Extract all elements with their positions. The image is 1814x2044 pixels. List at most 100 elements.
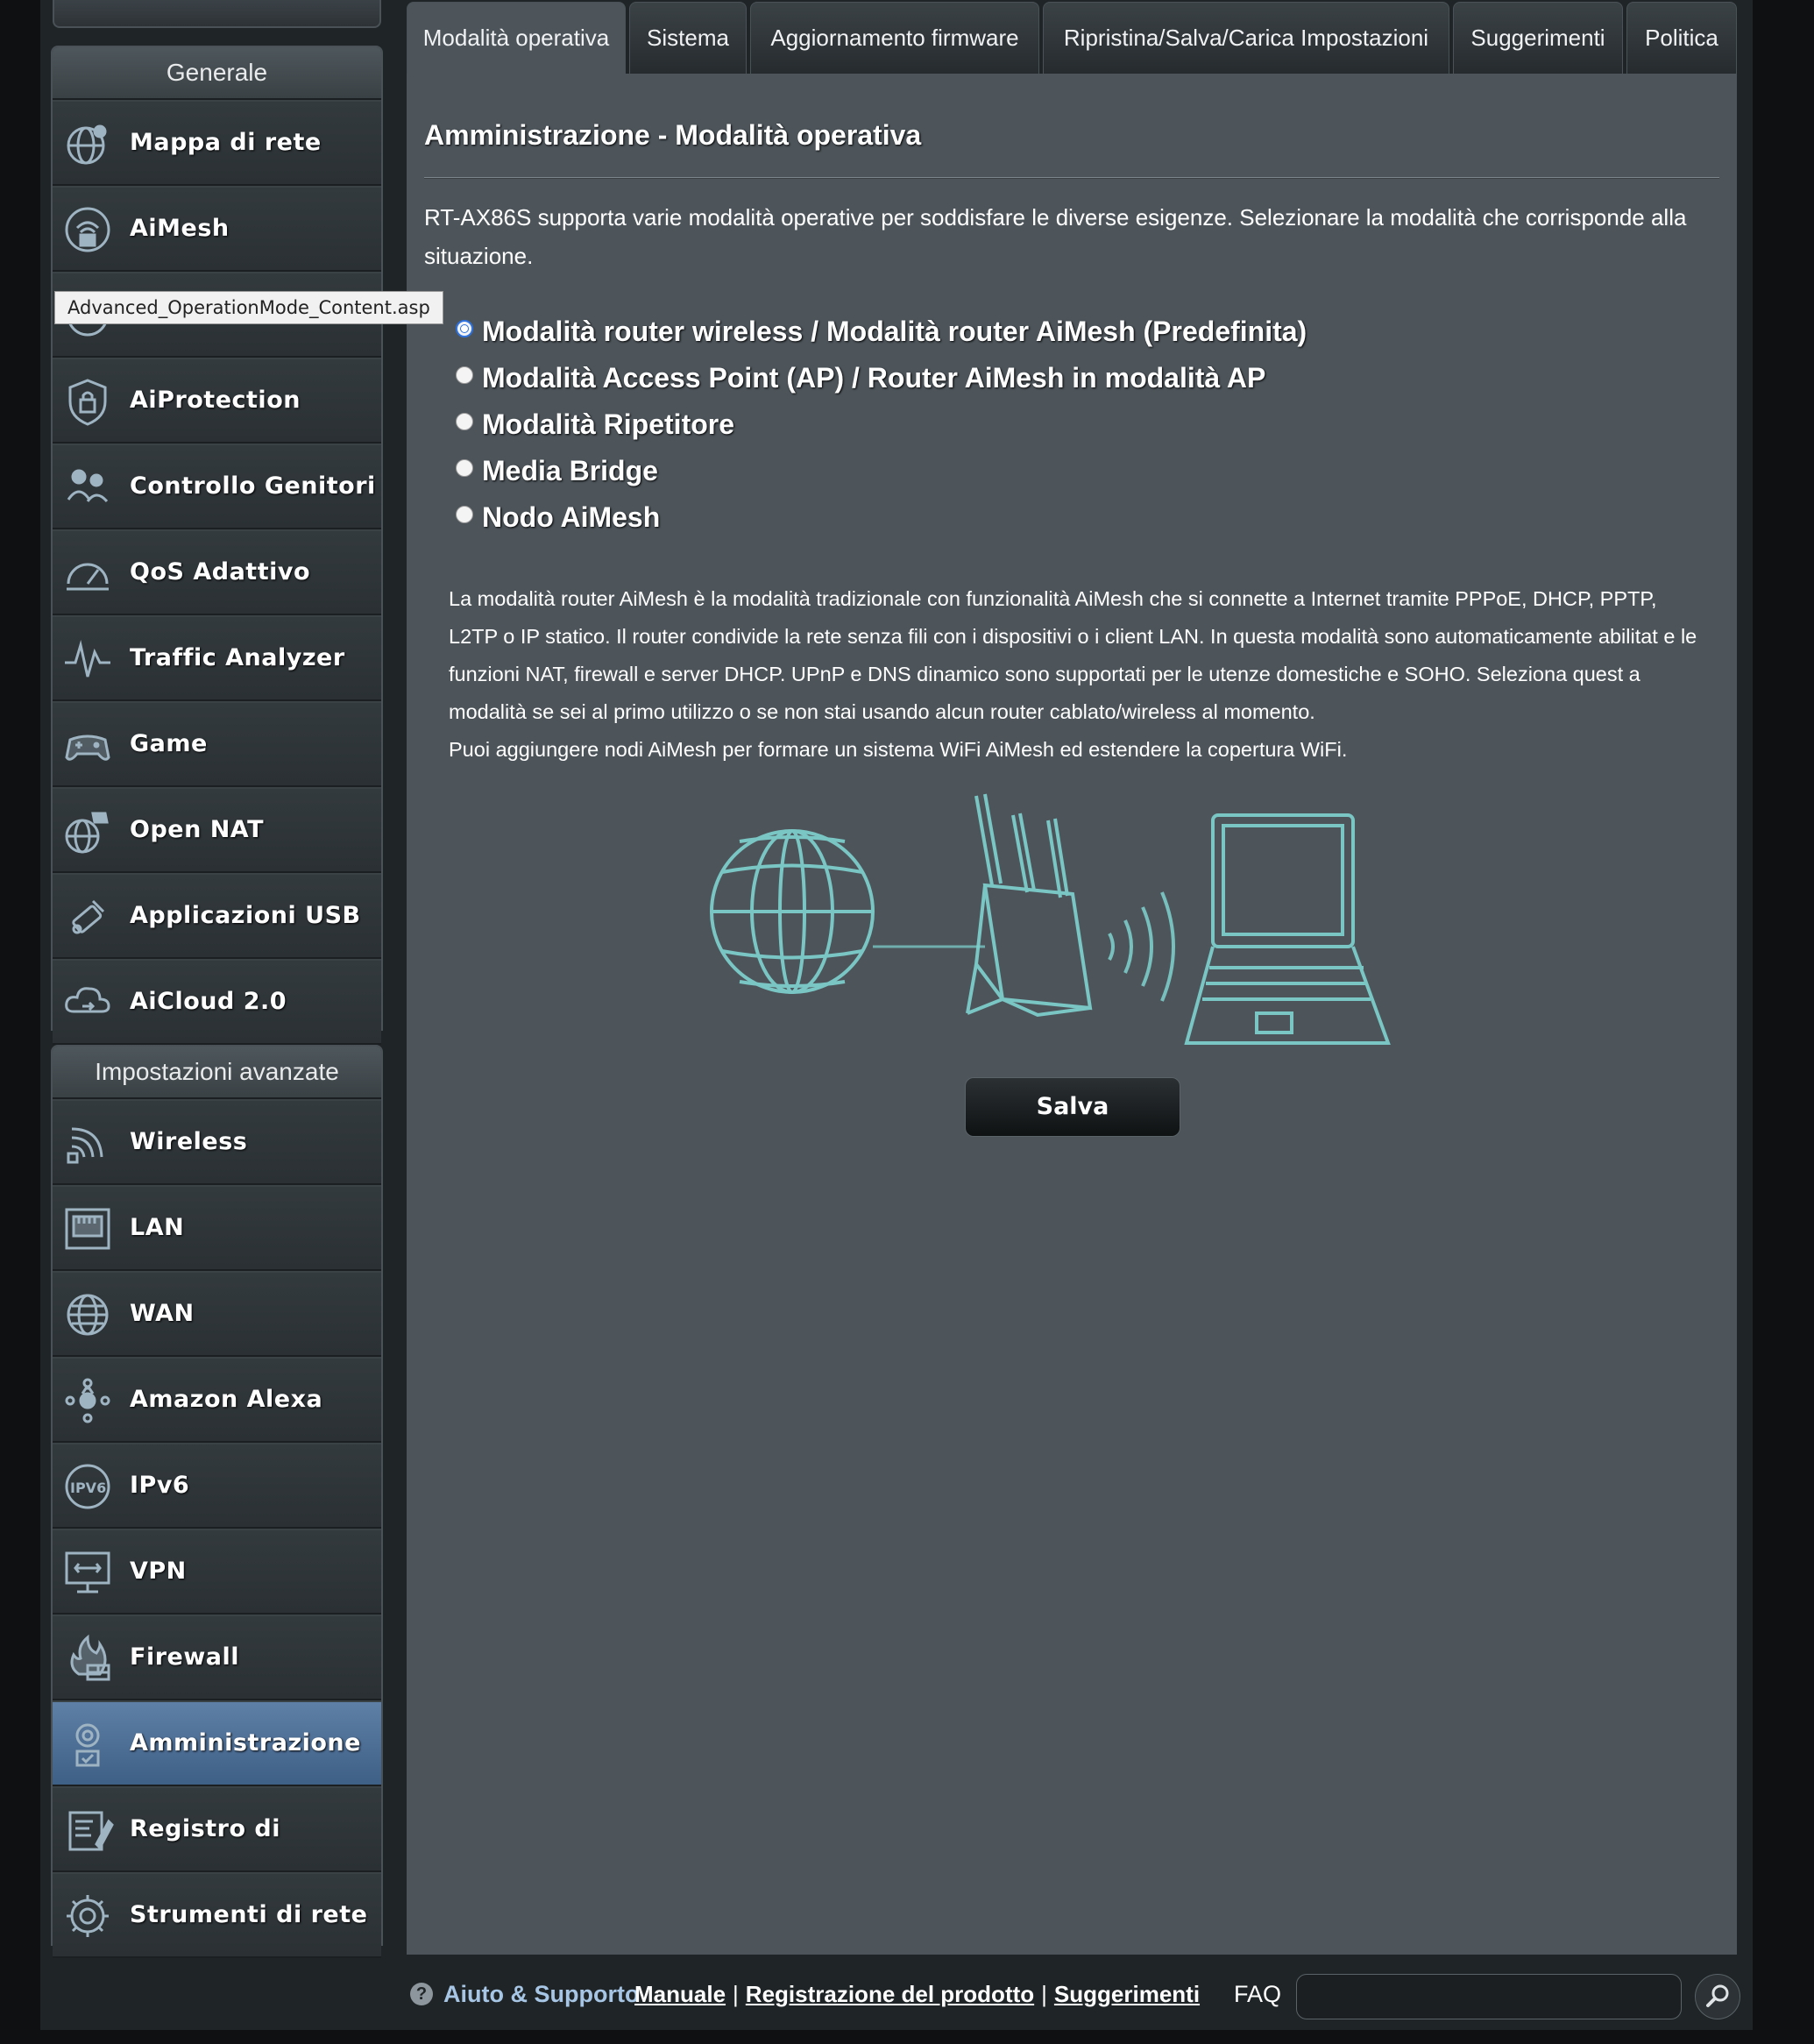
sidebar-item-strumenti-di-rete[interactable]: Strumenti di rete — [53, 1872, 381, 1958]
faq-search-button[interactable] — [1695, 1974, 1740, 2019]
mode-options: Modalità router wireless / Modalità rout… — [456, 309, 1307, 541]
wireless-icon — [61, 1117, 114, 1169]
sidebar-item-amazon-alexa[interactable]: Amazon Alexa — [53, 1357, 381, 1443]
mode-option-media-bridge[interactable]: Media Bridge — [456, 448, 1307, 494]
sidebar-item-open-nat[interactable]: Open NAT — [53, 787, 381, 873]
radio-access-point[interactable] — [456, 366, 473, 384]
search-icon — [1706, 1984, 1729, 2007]
sidebar-item-label: Traffic Analyzer — [130, 644, 345, 671]
sidebar-general: Generale Mappa di rete AiMesh AiProtection… — [51, 46, 383, 1045]
mode-label-access-point: Modalità Access Point (AP) / Router AiMe… — [482, 362, 1266, 394]
sidebar-item-label: AiProtection — [130, 387, 301, 414]
sidebar-item-label: WAN — [130, 1300, 195, 1327]
sidebar-item-firewall[interactable]: Firewall — [53, 1615, 381, 1700]
globe-icon — [710, 829, 875, 994]
administration-icon — [61, 1718, 114, 1771]
suggestions-link[interactable]: Suggerimenti — [1054, 1981, 1200, 2007]
sidebar-general-title: Generale — [53, 47, 381, 100]
tab-system[interactable]: Sistema — [629, 2, 747, 74]
radio-aimesh-node[interactable] — [456, 506, 473, 523]
sidebar-item-aimesh[interactable]: AiMesh — [53, 186, 381, 272]
sidebar-item-traffic-analyzer[interactable]: Traffic Analyzer — [53, 615, 381, 701]
intro-text: RT-AX86S supporta varie modalità operati… — [424, 204, 1687, 269]
vpn-icon — [61, 1546, 114, 1599]
faq-search-input[interactable] — [1296, 1974, 1682, 2019]
router-mode-illustration — [710, 793, 1391, 1045]
product-registration-link[interactable]: Registrazione del prodotto — [746, 1981, 1034, 2007]
traffic-analyzer-icon — [61, 633, 114, 685]
open-nat-icon — [61, 805, 114, 857]
sidebar-item-ipv6[interactable]: IPV6 IPv6 — [53, 1443, 381, 1529]
sidebar-advanced: Impostazioni avanzate Wireless LAN WAN Amaz… — [51, 1045, 383, 1958]
mode-option-router[interactable]: Modalità router wireless / Modalità rout… — [456, 309, 1307, 355]
sidebar-item-label: QoS Adattivo — [130, 558, 311, 586]
mode-label-repeater: Modalità Ripetitore — [482, 408, 735, 440]
qos-icon — [61, 547, 114, 600]
sidebar-item-label: Applicazioni USB — [130, 902, 361, 929]
aicloud-icon — [61, 976, 114, 1029]
sidebar-item-wireless[interactable]: Wireless — [53, 1099, 381, 1185]
description-paragraph-2: Puoi aggiungere nodi AiMesh per formare … — [449, 738, 1348, 761]
mode-label-aimesh-node: Nodo AiMesh — [482, 501, 661, 533]
help-icon: ? — [410, 1983, 433, 2005]
mode-option-aimesh-node[interactable]: Nodo AiMesh — [456, 494, 1307, 541]
radio-media-bridge[interactable] — [456, 459, 473, 477]
save-button[interactable]: Salva — [965, 1077, 1180, 1137]
radio-repeater[interactable] — [456, 413, 473, 430]
tab-firmware-upgrade[interactable]: Aggiornamento firmware — [750, 2, 1039, 74]
sidebar-item-label: Mappa di rete — [130, 129, 322, 156]
sidebar-item-vpn[interactable]: VPN — [53, 1529, 381, 1615]
router-icon — [966, 793, 1093, 1018]
sidebar-item-applicazioni-usb[interactable]: Applicazioni USB — [53, 873, 381, 959]
sidebar-item-label: AiMesh — [130, 215, 230, 242]
mode-option-repeater[interactable]: Modalità Ripetitore — [456, 401, 1307, 448]
sidebar-item-aiprotection[interactable]: AiProtection — [53, 358, 381, 444]
page-title: Amministrazione - Modalità operativa — [424, 119, 922, 151]
sidebar-item-controllo-genitori[interactable]: Controllo Genitori — [53, 444, 381, 529]
sidebar-item-label: AiCloud 2.0 — [130, 988, 287, 1015]
sidebar-item-lan[interactable]: LAN — [53, 1185, 381, 1271]
sidebar-item-label: VPN — [130, 1558, 187, 1585]
sidebar-item-game[interactable]: Game — [53, 701, 381, 787]
manual-link[interactable]: Manuale — [634, 1981, 726, 2007]
mode-option-access-point[interactable]: Modalità Access Point (AP) / Router AiMe… — [456, 355, 1307, 401]
tab-operation-mode[interactable]: Modalità operativa — [407, 2, 626, 74]
help-support-label: Aiuto & Supporto — [443, 1981, 640, 2007]
aiprotection-icon — [61, 375, 114, 428]
sidebar-item-amministrazione[interactable]: Amministrazione — [53, 1700, 381, 1786]
system-log-icon — [61, 1804, 114, 1856]
firewall-icon — [61, 1632, 114, 1685]
mode-label-router: Modalità router wireless / Modalità rout… — [482, 316, 1307, 347]
tab-restore-save-upload[interactable]: Ripristina/Salva/Carica Impostazioni — [1043, 2, 1449, 74]
sidebar-item-label: Strumenti di rete — [130, 1901, 368, 1928]
title-divider — [424, 177, 1719, 179]
wifi-signal-icon — [1108, 891, 1175, 1002]
network-map-icon — [61, 117, 114, 170]
lan-icon — [61, 1203, 114, 1255]
sidebar-item-aicloud-2-0[interactable]: AiCloud 2.0 — [53, 959, 381, 1045]
usb-icon — [61, 891, 114, 943]
sidebar-item-wan[interactable]: WAN — [53, 1271, 381, 1357]
sidebar-item-label: Amazon Alexa — [130, 1386, 323, 1413]
aimesh-icon — [61, 203, 114, 256]
description-paragraph-1: La modalità router AiMesh è la modalità … — [449, 587, 1697, 723]
mode-label-media-bridge: Media Bridge — [482, 455, 658, 486]
sidebar-top-stub — [53, 0, 381, 28]
sidebar-item-label: Wireless — [130, 1128, 248, 1155]
sidebar-item-mappa-di-rete[interactable]: Mappa di rete — [53, 100, 381, 186]
laptop-icon — [1184, 813, 1391, 1045]
parental-control-icon — [61, 461, 114, 514]
sidebar-item-qos-adattivo[interactable]: QoS Adattivo — [53, 529, 381, 615]
radio-router[interactable] — [456, 320, 473, 337]
game-icon — [61, 719, 114, 771]
footer: ? Aiuto & Supporto Manuale | Registrazione… — [407, 1956, 1740, 2030]
sidebar-advanced-title: Impostazioni avanzate — [53, 1047, 381, 1099]
footer-links: Manuale | Registrazione del prodotto | Sugge… — [634, 1981, 1201, 2007]
sidebar-item-label: Firewall — [130, 1643, 239, 1671]
faq-label: FAQ — [1234, 1981, 1282, 2007]
sidebar-item-label: Amministrazione — [130, 1729, 361, 1757]
sidebar-item-registro-di-sistema[interactable]: Registro di sistema — [53, 1786, 381, 1925]
alexa-icon — [61, 1374, 114, 1427]
tab-suggestions[interactable]: Suggerimenti — [1453, 2, 1623, 74]
tab-policy[interactable]: Politica — [1626, 2, 1737, 74]
